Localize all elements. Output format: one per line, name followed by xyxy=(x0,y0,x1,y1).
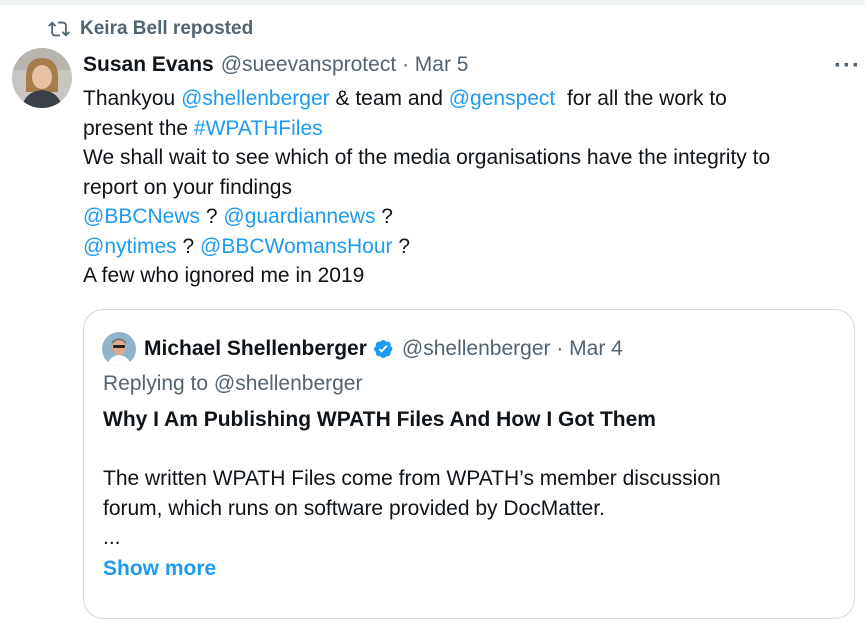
verified-badge-icon xyxy=(373,340,393,358)
mention-link[interactable]: @guardiannews xyxy=(223,205,375,228)
avatar-photo xyxy=(12,48,72,108)
quoted-avatar[interactable] xyxy=(102,332,136,366)
repost-context[interactable]: Keira Bell reposted xyxy=(48,18,253,40)
show-more-link[interactable]: Show more xyxy=(103,557,216,581)
tweet-text: Thankyou @shellenberger & team and @gens… xyxy=(83,84,853,291)
quoted-body-line: The written WPATH Files come from WPATH’… xyxy=(103,467,721,490)
mention-link[interactable]: @BBCNews xyxy=(83,205,200,228)
tweet-text-span: present the xyxy=(83,116,194,140)
tweet-text-span: for all the work to xyxy=(555,87,727,110)
tweet-header: Susan Evans @sueevansprotect · Mar 5 xyxy=(83,50,855,80)
mention-link[interactable]: @nytimes xyxy=(83,235,177,258)
replying-to: Replying to @shellenberger xyxy=(103,372,363,395)
tweet-text-span: ? xyxy=(200,205,224,228)
more-options-icon[interactable]: ··· xyxy=(834,52,861,80)
repost-label: Keira Bell reposted xyxy=(80,18,254,39)
tweet-text-span: We shall wait to see which of the media … xyxy=(83,146,771,169)
quoted-ellipsis: ... xyxy=(103,526,121,549)
tweet-text-span: Thankyou xyxy=(83,87,182,110)
tweet-text-line: We shall wait to see which of the media … xyxy=(83,143,853,173)
tweet-text-span: A few who ignored me in 2019 xyxy=(83,264,365,287)
quoted-avatar-photo xyxy=(102,332,136,366)
quoted-author-handle-date[interactable]: @shellenberger · Mar 4 xyxy=(402,337,623,361)
mention-link[interactable]: @genspect xyxy=(449,87,556,110)
author-name[interactable]: Susan Evans xyxy=(83,53,214,77)
tweet-text-line: Thankyou @shellenberger & team and @gens… xyxy=(83,84,853,114)
quoted-tweet[interactable]: Michael Shellenberger @shellenberger · M… xyxy=(83,309,855,619)
quoted-body-line: forum, which runs on software provided b… xyxy=(103,496,605,520)
tweet-text-span: ? xyxy=(392,234,411,258)
mention-link[interactable]: @BBCWomansHour xyxy=(200,235,393,258)
tweet-text-span: ? xyxy=(375,205,393,228)
top-divider xyxy=(0,0,865,5)
hashtag-link[interactable]: #WPATHFiles xyxy=(194,117,323,140)
tweet-text-line: present the #WPATHFiles xyxy=(83,114,853,144)
tweet-text-line: @nytimes ? @BBCWomansHour ? xyxy=(83,232,853,262)
quoted-author-name[interactable]: Michael Shellenberger xyxy=(144,337,367,361)
avatar[interactable] xyxy=(12,48,72,108)
tweet-text-span: & team and xyxy=(329,87,449,110)
tweet-text-span: report on your findings xyxy=(83,175,292,199)
author-handle-date[interactable]: @sueevansprotect · Mar 5 xyxy=(221,53,469,77)
quoted-tweet-header: Michael Shellenberger @shellenberger · M… xyxy=(102,332,623,366)
mention-link[interactable]: @shellenberger xyxy=(181,87,330,110)
tweet-text-span: ? xyxy=(176,234,201,258)
quoted-tweet-body: The written WPATH Files come from WPATH’… xyxy=(103,464,843,523)
tweet-text-line: A few who ignored me in 2019 xyxy=(83,261,853,291)
repost-icon xyxy=(48,21,70,37)
quoted-tweet-title: Why I Am Publishing WPATH Files And How … xyxy=(103,408,656,431)
tweet-text-line: @BBCNews ? @guardiannews ? xyxy=(83,202,853,232)
tweet-text-line: report on your findings xyxy=(83,173,853,203)
